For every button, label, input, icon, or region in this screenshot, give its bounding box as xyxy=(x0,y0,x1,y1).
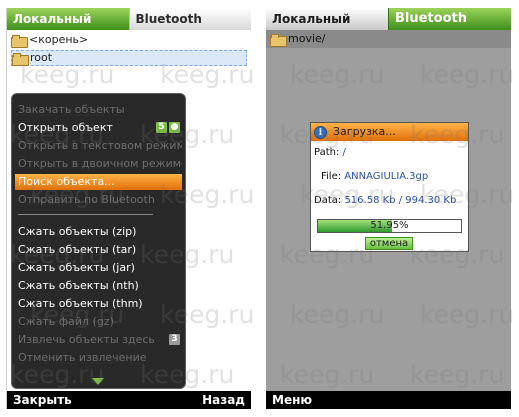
tab-bluetooth[interactable]: Bluetooth xyxy=(128,8,251,30)
menu-item-zip[interactable]: Сжать объекты (zip) xyxy=(15,224,182,240)
softkey-back-button[interactable]: Назад xyxy=(202,393,245,407)
right-phone-screen: Локальный Bluetooth movie/ i Загрузка...… xyxy=(266,8,511,409)
folder-icon xyxy=(12,52,29,66)
list-item-root-parent[interactable]: <корень> xyxy=(11,32,247,48)
menu-item-tar[interactable]: Сжать объекты (tar) xyxy=(15,242,182,258)
menu-item-send-bluetooth[interactable]: Отправить по Bluetooth xyxy=(15,192,182,208)
folder-icon xyxy=(270,33,287,47)
scroll-down-icon[interactable] xyxy=(92,378,104,385)
softkey-bar: Меню xyxy=(266,391,511,409)
progress-text: 51.95% xyxy=(370,220,409,231)
softkey-menu-button[interactable]: Меню xyxy=(272,393,312,407)
softkey-close-button[interactable]: Закрыть xyxy=(13,393,72,407)
menu-item-gz[interactable]: Сжать файл (gz) xyxy=(15,314,182,330)
cancel-button[interactable]: отмена xyxy=(365,237,413,250)
tab-local[interactable]: Локальный xyxy=(266,8,388,30)
file-name: root xyxy=(30,51,53,64)
data-label: Data: xyxy=(314,195,342,206)
menu-item-nth[interactable]: Сжать объекты (nth) xyxy=(15,278,182,294)
current-path: movie/ xyxy=(288,32,326,45)
dialog-title: Загрузка... xyxy=(333,125,396,138)
menu-item-cancel-extract[interactable]: Отменить извлечение xyxy=(15,350,182,366)
tab-local[interactable]: Локальный xyxy=(7,8,129,30)
key-icon: ● xyxy=(169,122,180,133)
data-row: Data: 516.58 Kb / 994.30 Kb xyxy=(314,195,456,206)
file-name: <корень> xyxy=(29,33,89,46)
left-phone-screen: Локальный Bluetooth <корень> root Закача… xyxy=(6,8,251,409)
folder-up-icon xyxy=(11,34,28,48)
file-label: File: xyxy=(321,171,342,182)
menu-item-download[interactable]: Закачать объекты xyxy=(15,102,182,118)
path-label: Path: xyxy=(314,147,340,158)
current-path-bar[interactable]: movie/ xyxy=(266,30,511,48)
menu-item-label: Открыть объект xyxy=(18,121,113,134)
context-menu: Закачать объекты Открыть объект 5 ● Откр… xyxy=(11,93,186,389)
tab-bluetooth[interactable]: Bluetooth xyxy=(388,8,511,30)
path-value: / xyxy=(342,147,346,158)
menu-item-open-text[interactable]: Открыть в текстовом режиме xyxy=(15,138,182,154)
path-row: Path: / xyxy=(314,147,346,158)
list-item-root-folder[interactable]: root xyxy=(11,50,247,66)
menu-separator xyxy=(18,214,153,215)
info-icon: i xyxy=(314,125,327,139)
shortcut-badge-5: 5 xyxy=(156,122,167,133)
download-progress-bar: 51.95% xyxy=(317,219,462,233)
file-value: ANNAGIULIA.3gp xyxy=(344,171,429,182)
data-value: 516.58 Kb / 994.30 Kb xyxy=(344,195,457,206)
menu-item-open-binary[interactable]: Открыть в двоичном режиме xyxy=(15,156,182,172)
softkey-bar: Закрыть Назад xyxy=(7,391,251,409)
shortcut-badge-3: 3 xyxy=(169,334,180,345)
menu-item-extract-here[interactable]: Извлечь объекты здесь xyxy=(15,332,182,348)
menu-item-search[interactable]: Поиск объекта... xyxy=(15,174,182,190)
file-row: File: ANNAGIULIA.3gp xyxy=(321,171,428,182)
tab-bar: Локальный Bluetooth xyxy=(266,8,511,30)
dialog-title-bar: i Загрузка... xyxy=(311,123,468,141)
menu-item-jar[interactable]: Сжать объекты (jar) xyxy=(15,260,182,276)
tab-bar: Локальный Bluetooth xyxy=(7,8,251,30)
menu-item-thm[interactable]: Сжать объекты (thm) xyxy=(15,296,182,312)
download-dialog: i Загрузка... Path: / File: ANNAGIULIA.3… xyxy=(310,122,469,252)
